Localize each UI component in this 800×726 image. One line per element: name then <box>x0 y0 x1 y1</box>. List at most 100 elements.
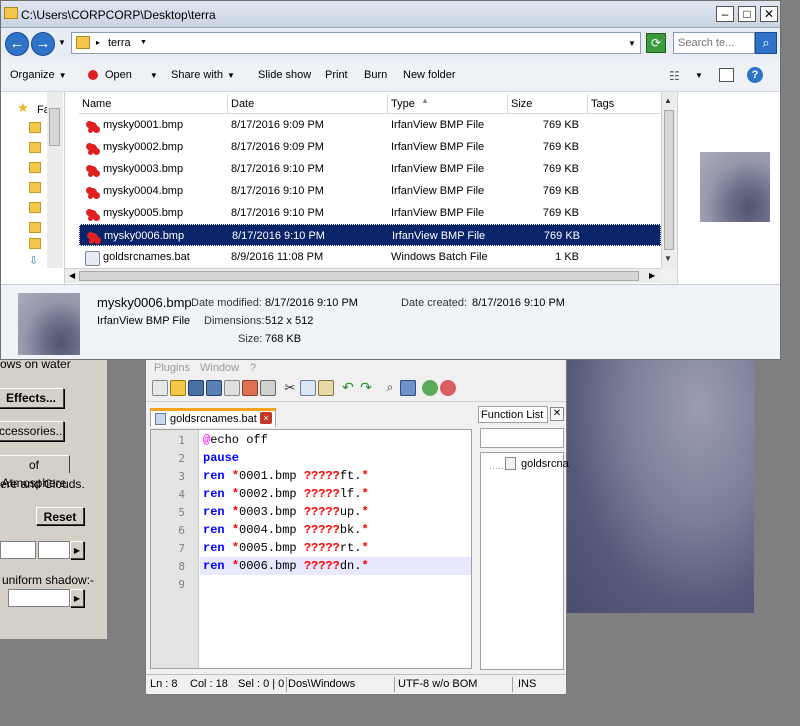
cut-icon[interactable]: ✂ <box>282 380 298 396</box>
scroll-up-icon[interactable]: ▲ <box>664 96 672 105</box>
breadcrumb-dropdown-icon[interactable]: ▼ <box>140 39 147 46</box>
nav-scrollbar[interactable] <box>47 92 63 268</box>
shadow-field[interactable] <box>8 589 70 607</box>
tab-goldsrcnames[interactable]: goldsrcnames.bat × <box>150 408 276 427</box>
column-separator[interactable] <box>507 94 508 114</box>
table-row[interactable]: mysky0003.bmp 8/17/2016 9:10 PM IrfanView … <box>79 158 661 180</box>
view-dropdown-icon[interactable]: ▼ <box>695 71 703 80</box>
spin-right-icon[interactable]: ▶ <box>70 541 84 559</box>
menu-window[interactable]: Window <box>200 362 239 374</box>
favorites-star-icon[interactable]: ★ <box>17 100 29 116</box>
close-all-icon[interactable] <box>242 380 258 396</box>
folder-icon[interactable] <box>29 182 41 193</box>
vertical-scrollbar[interactable]: ▲ ▼ <box>661 92 676 268</box>
preview-pane-icon[interactable] <box>719 68 734 82</box>
replace-icon[interactable] <box>400 380 416 396</box>
tab-close-icon[interactable]: × <box>260 412 272 424</box>
address-dropdown-icon[interactable]: ▼ <box>628 39 636 48</box>
code-editor[interactable]: 1 @echo off 2 pause 3 ren *0001.bmp ?????ft.*… <box>150 429 472 669</box>
menu-help[interactable]: ? <box>250 362 256 374</box>
save-icon[interactable] <box>188 380 204 396</box>
spin-right-icon[interactable]: ▶ <box>70 589 84 607</box>
folder-icon[interactable] <box>29 142 41 153</box>
address-text[interactable]: terra <box>108 37 131 49</box>
undo-icon[interactable]: ↶ <box>340 380 356 396</box>
column-size[interactable]: Size <box>511 98 532 110</box>
slide-show-button[interactable]: Slide show <box>258 69 311 81</box>
print-button[interactable]: Print <box>325 69 348 81</box>
table-row[interactable]: mysky0006.bmp 8/17/2016 9:10 PM IrfanView … <box>79 224 661 246</box>
close-icon[interactable] <box>224 380 240 396</box>
folder-icon[interactable] <box>29 202 41 213</box>
value-field-2[interactable] <box>38 541 70 559</box>
column-name[interactable]: Name <box>82 98 111 110</box>
breadcrumb-chevron-icon[interactable]: ▸ <box>96 38 100 47</box>
burn-button[interactable]: Burn <box>364 69 387 81</box>
save-all-icon[interactable] <box>206 380 222 396</box>
search-icon[interactable]: ⌕ <box>755 32 777 54</box>
effects-button[interactable]: Effects... <box>0 388 64 408</box>
scroll-right-icon[interactable]: ▶ <box>649 271 655 280</box>
help-icon[interactable]: ? <box>747 67 763 83</box>
address-field[interactable]: ▸ terra ▼ ▼ <box>71 32 641 54</box>
copy-icon[interactable] <box>300 380 316 396</box>
scroll-left-icon[interactable]: ◀ <box>69 271 75 280</box>
scroll-down-icon[interactable]: ▼ <box>664 254 672 263</box>
view-options-icon[interactable]: ☷ <box>669 69 680 83</box>
maximize-button[interactable]: □ <box>738 6 756 22</box>
accessories-button[interactable]: ccessories... <box>0 421 66 441</box>
open-file-icon[interactable] <box>170 380 186 396</box>
function-list-search[interactable] <box>480 428 564 448</box>
organize-button[interactable]: Organize ▼ <box>10 69 67 81</box>
refresh-button[interactable]: ⟳ <box>646 33 666 53</box>
find-icon[interactable]: ⌕ <box>382 380 398 396</box>
zoom-out-icon[interactable] <box>440 380 456 396</box>
code-line[interactable]: ren *0004.bmp ?????bk.* <box>203 523 369 537</box>
code-line[interactable]: ren *0003.bmp ?????up.* <box>203 505 369 519</box>
table-row[interactable]: mysky0005.bmp 8/17/2016 9:10 PM IrfanView … <box>79 202 661 224</box>
folder-icon[interactable] <box>29 162 41 173</box>
horizontal-scrollbar[interactable]: ◀ ▶ <box>65 268 661 283</box>
search-input[interactable] <box>673 32 755 54</box>
zoom-in-icon[interactable] <box>422 380 438 396</box>
value-field-1[interactable] <box>0 541 36 559</box>
open-button[interactable]: Open ▼ <box>105 69 158 81</box>
table-row[interactable]: mysky0001.bmp 8/17/2016 9:09 PM IrfanView … <box>79 114 661 136</box>
scroll-thumb[interactable] <box>664 110 674 250</box>
function-list-item[interactable]: goldsrcna <box>521 458 569 470</box>
downloads-icon[interactable]: ⇩ <box>29 254 38 267</box>
forward-button[interactable]: → <box>31 32 55 56</box>
folder-icon[interactable] <box>29 222 41 233</box>
code-line[interactable]: ren *0005.bmp ?????rt.* <box>203 541 369 555</box>
code-line[interactable]: pause <box>203 451 239 465</box>
column-date[interactable]: Date <box>231 98 254 110</box>
redo-icon[interactable]: ↷ <box>358 380 374 396</box>
paste-icon[interactable] <box>318 380 334 396</box>
new-folder-button[interactable]: New folder <box>403 69 456 81</box>
folder-icon[interactable] <box>29 238 41 249</box>
print-icon[interactable] <box>260 380 276 396</box>
code-line[interactable]: ren *0006.bmp ?????dn.* <box>203 559 369 573</box>
folder-icon[interactable] <box>29 122 41 133</box>
new-file-icon[interactable] <box>152 380 168 396</box>
title-bar[interactable]: C:\Users\CORPCORP\Desktop\terra – □ ✕ <box>1 1 780 28</box>
atmosphere-tab[interactable]: of Atmosphere <box>0 455 70 490</box>
code-line[interactable]: @echo off <box>203 433 268 447</box>
code-line[interactable]: ren *0002.bmp ?????lf.* <box>203 487 369 501</box>
table-row[interactable]: mysky0004.bmp 8/17/2016 9:10 PM IrfanView … <box>79 180 661 202</box>
column-type[interactable]: Type <box>391 98 415 110</box>
menu-plugins[interactable]: Plugins <box>154 362 190 374</box>
column-separator[interactable] <box>227 94 228 114</box>
column-separator[interactable] <box>587 94 588 114</box>
column-separator[interactable] <box>387 94 388 114</box>
recent-pages-chevron-icon[interactable]: ▼ <box>58 38 66 47</box>
code-line[interactable]: ren *0001.bmp ?????ft.* <box>203 469 369 483</box>
minimize-button[interactable]: – <box>716 6 734 22</box>
reset-button[interactable]: Reset <box>36 507 84 525</box>
hscroll-thumb[interactable] <box>79 271 639 281</box>
table-row[interactable]: goldsrcnames.bat 8/9/2016 11:08 PM Windows… <box>79 246 661 268</box>
back-button[interactable]: ← <box>5 32 29 56</box>
share-with-button[interactable]: Share with ▼ <box>171 69 235 81</box>
table-row[interactable]: mysky0002.bmp 8/17/2016 9:09 PM IrfanView … <box>79 136 661 158</box>
nav-scroll-thumb[interactable] <box>49 108 60 146</box>
